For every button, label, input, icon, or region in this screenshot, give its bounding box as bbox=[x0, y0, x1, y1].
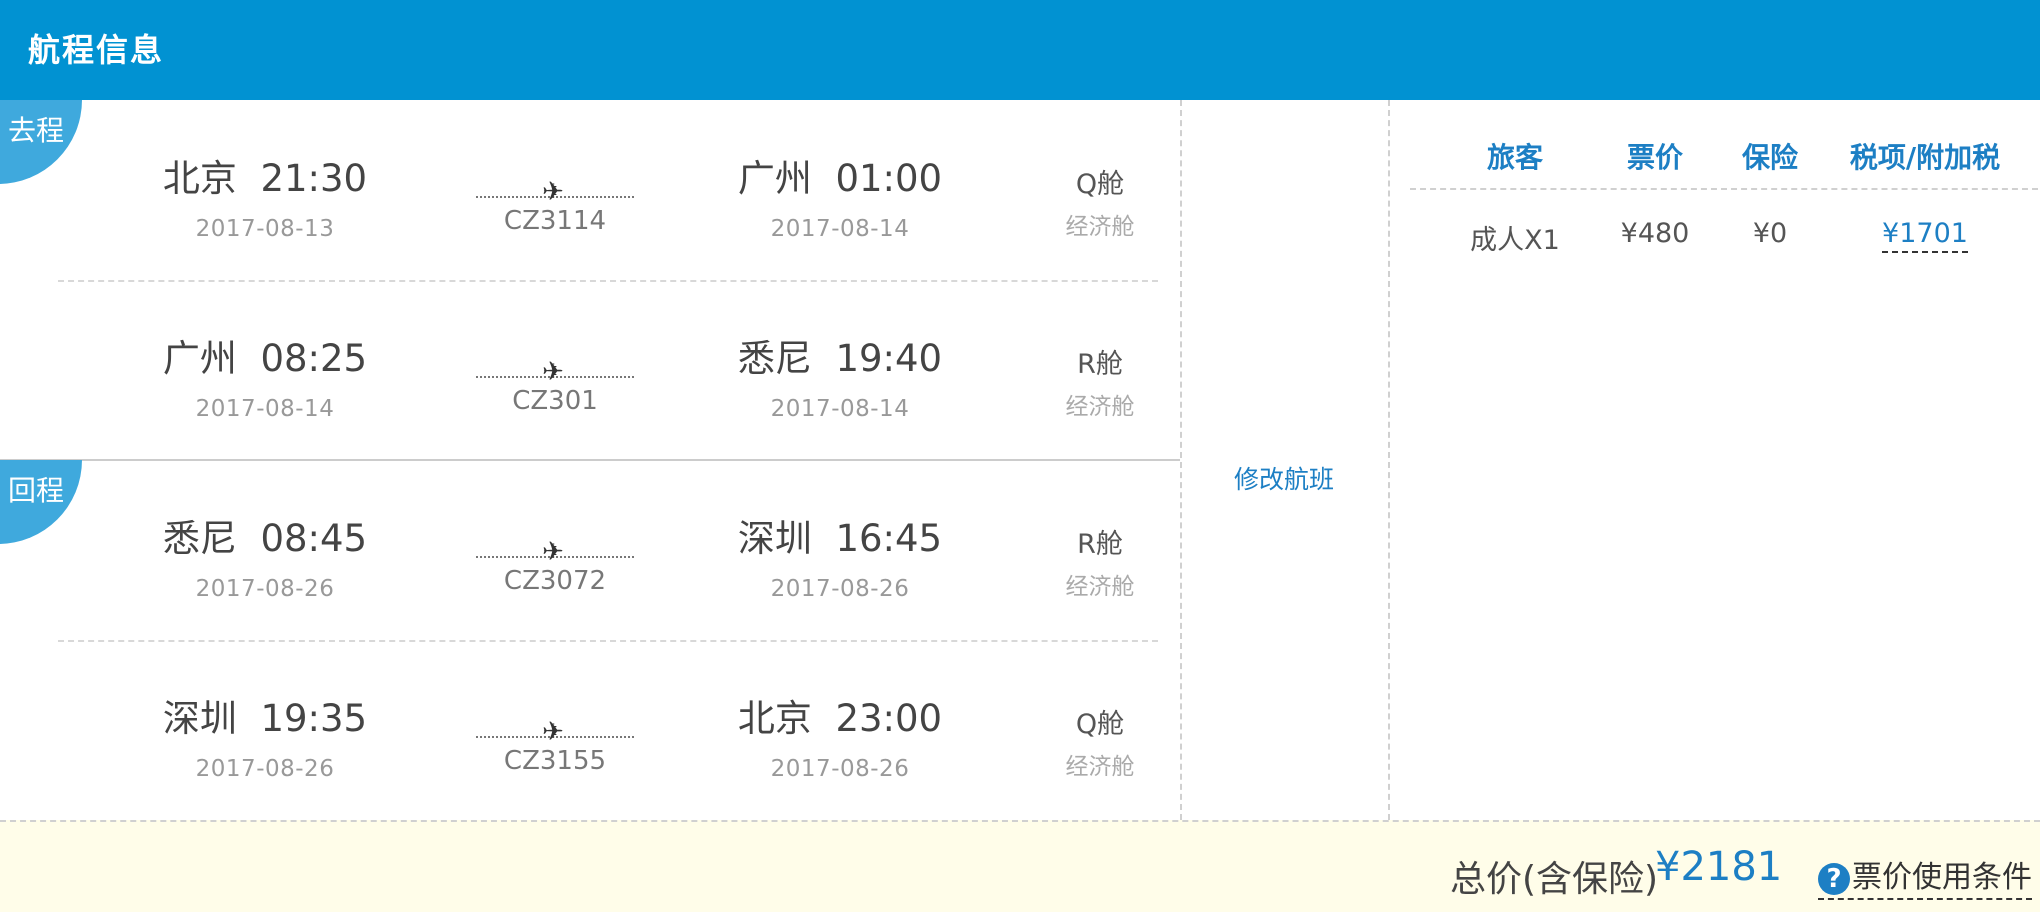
arrival: 深圳 16:45 2017-08-26 bbox=[700, 508, 980, 602]
price-table: 旅客 票价 保险 税项/附加税 成人X1 ¥480 ¥0 ¥1701 bbox=[1390, 100, 2040, 820]
help-circle-icon: ? bbox=[1818, 862, 1850, 895]
arrival-city: 北京 bbox=[737, 697, 812, 740]
flight-info: ✈ CZ301 bbox=[470, 358, 640, 416]
header-divider bbox=[1410, 188, 2038, 190]
cabin-class: Q舱 bbox=[1075, 169, 1125, 200]
header-tax: 税项/附加税 bbox=[1849, 141, 2001, 174]
fare-rules-link[interactable]: ? 票价使用条件 bbox=[1818, 852, 2032, 900]
trip-badge-return: 回程 bbox=[0, 460, 82, 544]
flight-number: CZ3155 bbox=[503, 746, 607, 776]
departure-date: 2017-08-26 bbox=[195, 756, 335, 782]
departure-time: 08:25 bbox=[260, 337, 368, 380]
departure: 深圳 19:35 2017-08-26 bbox=[140, 688, 390, 782]
cabin-type: 经济舱 bbox=[1065, 574, 1135, 600]
cabin-type: 经济舱 bbox=[1065, 214, 1135, 240]
modify-flight-link[interactable]: 修改航班 bbox=[1182, 460, 1386, 496]
departure-date: 2017-08-14 bbox=[195, 396, 335, 422]
plane-icon: ✈ bbox=[542, 357, 564, 387]
arrival-date: 2017-08-26 bbox=[770, 576, 910, 602]
header-insurance: 保险 bbox=[1741, 141, 1798, 174]
flight-leg: 回程 悉尼 08:45 2017-08-26 ✈ CZ3072 深圳 16:45… bbox=[0, 460, 1180, 640]
departure-date: 2017-08-26 bbox=[195, 576, 335, 602]
plane-icon: ✈ bbox=[542, 177, 564, 207]
plane-icon: ✈ bbox=[542, 717, 564, 747]
arrival-city: 广州 bbox=[737, 157, 812, 200]
arrival: 北京 23:00 2017-08-26 bbox=[700, 688, 980, 782]
passenger-value: 成人X1 bbox=[1470, 225, 1560, 256]
cabin-class: R舱 bbox=[1077, 349, 1123, 380]
cabin: Q舱 经济舱 bbox=[1040, 162, 1160, 241]
arrival-city: 悉尼 bbox=[737, 337, 812, 380]
departure-time: 08:45 bbox=[260, 517, 368, 560]
plane-icon: ✈ bbox=[542, 537, 564, 567]
flight-leg: 去程 北京 21:30 2017-08-13 ✈ CZ3114 广州 01:00… bbox=[0, 100, 1180, 280]
cabin-class: R舱 bbox=[1077, 529, 1123, 560]
route-line: ✈ bbox=[476, 358, 634, 386]
arrival-time: 16:45 bbox=[835, 517, 943, 560]
flight-leg: 广州 08:25 2017-08-14 ✈ CZ301 悉尼 19:40 201… bbox=[0, 280, 1180, 460]
departure-time: 21:30 bbox=[260, 157, 368, 200]
arrival-date: 2017-08-14 bbox=[770, 396, 910, 422]
route-line: ✈ bbox=[476, 538, 634, 566]
flight-leg: 深圳 19:35 2017-08-26 ✈ CZ3155 北京 23:00 20… bbox=[0, 640, 1180, 820]
total-amount: ¥2181 bbox=[1655, 844, 1783, 890]
arrival-city: 深圳 bbox=[737, 517, 812, 560]
arrival: 悉尼 19:40 2017-08-14 bbox=[700, 328, 980, 422]
footer-total-bar: 总价(含保险) ¥2181 ? 票价使用条件 bbox=[0, 820, 2040, 912]
trip-badge-outbound: 去程 bbox=[0, 100, 82, 184]
departure-date: 2017-08-13 bbox=[195, 216, 335, 242]
insurance-value: ¥0 bbox=[1752, 218, 1788, 249]
flight-info: ✈ CZ3155 bbox=[470, 718, 640, 776]
header-bar: 航程信息 bbox=[0, 0, 2040, 100]
cabin-type: 经济舱 bbox=[1065, 394, 1135, 420]
flight-info: ✈ CZ3072 bbox=[470, 538, 640, 596]
flight-info-panel: 航程信息 去程 北京 21:30 2017-08-13 ✈ CZ3114 广州 … bbox=[0, 0, 2040, 912]
arrival-time: 01:00 bbox=[835, 157, 943, 200]
departure: 广州 08:25 2017-08-14 bbox=[140, 328, 390, 422]
arrival-time: 23:00 bbox=[835, 697, 943, 740]
route-line: ✈ bbox=[476, 718, 634, 746]
departure-city: 深圳 bbox=[162, 697, 237, 740]
tax-value-link[interactable]: ¥1701 bbox=[1882, 218, 1968, 253]
flight-number: CZ3114 bbox=[503, 206, 607, 236]
cabin-type: 经济舱 bbox=[1065, 754, 1135, 780]
arrival: 广州 01:00 2017-08-14 bbox=[700, 148, 980, 242]
departure-city: 悉尼 bbox=[162, 517, 237, 560]
departure-city: 广州 bbox=[162, 337, 237, 380]
departure-time: 19:35 bbox=[260, 697, 368, 740]
header-fare: 票价 bbox=[1626, 141, 1683, 174]
arrival-date: 2017-08-26 bbox=[770, 756, 910, 782]
flight-legs: 去程 北京 21:30 2017-08-13 ✈ CZ3114 广州 01:00… bbox=[0, 100, 1180, 820]
fare-value: ¥480 bbox=[1620, 218, 1690, 249]
fare-rules-label: 票价使用条件 bbox=[1852, 860, 2032, 895]
header-passenger: 旅客 bbox=[1486, 141, 1543, 174]
departure: 悉尼 08:45 2017-08-26 bbox=[140, 508, 390, 602]
cabin: Q舱 经济舱 bbox=[1040, 702, 1160, 781]
departure: 北京 21:30 2017-08-13 bbox=[140, 148, 390, 242]
page-title: 航程信息 bbox=[28, 31, 165, 69]
cabin-class: Q舱 bbox=[1075, 709, 1125, 740]
total-label: 总价(含保险) bbox=[1450, 859, 1659, 900]
route-line: ✈ bbox=[476, 178, 634, 206]
arrival-date: 2017-08-14 bbox=[770, 216, 910, 242]
flight-number: CZ301 bbox=[512, 386, 598, 416]
flight-info: ✈ CZ3114 bbox=[470, 178, 640, 236]
cabin: R舱 经济舱 bbox=[1040, 342, 1160, 421]
arrival-time: 19:40 bbox=[835, 337, 943, 380]
cabin: R舱 经济舱 bbox=[1040, 522, 1160, 601]
departure-city: 北京 bbox=[162, 157, 237, 200]
flight-number: CZ3072 bbox=[503, 566, 607, 596]
